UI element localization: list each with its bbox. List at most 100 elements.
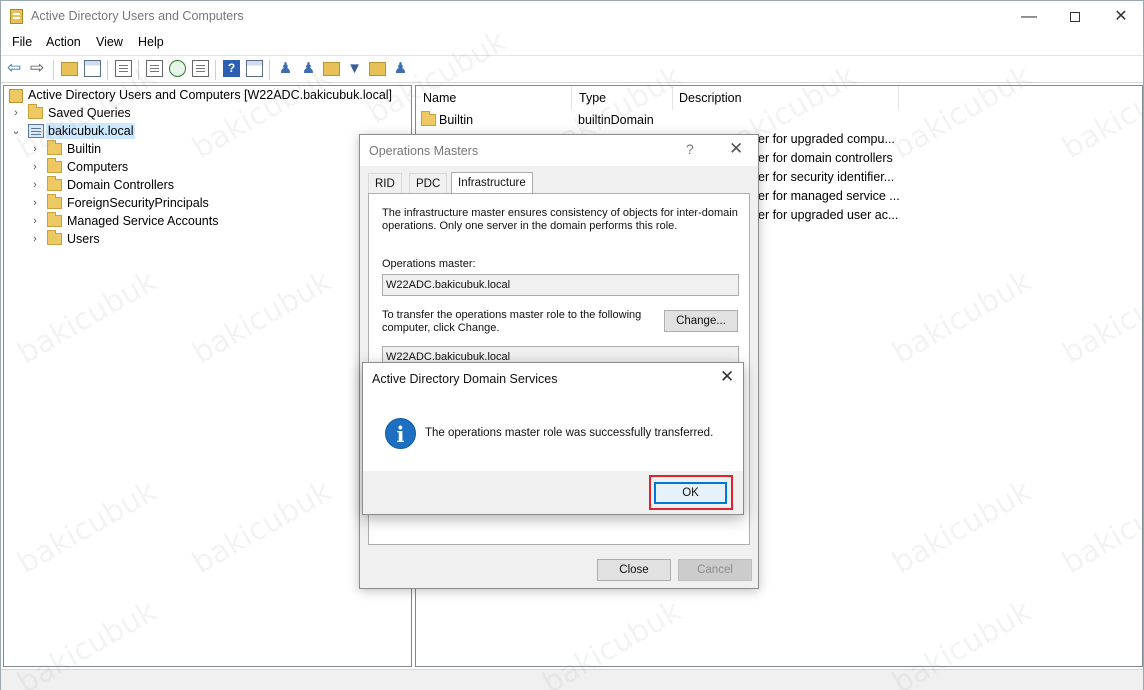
properties-icon[interactable] [146,60,163,77]
find-icon[interactable]: ♟ [392,60,409,77]
cancel-button[interactable]: Cancel [678,559,752,581]
toolbar-separator [269,60,270,80]
refresh-icon[interactable] [169,60,186,77]
dialog-title: Operations Masters [369,144,479,158]
title-bar: Active Directory Users and Computers — ✕ [1,1,1143,32]
window-title: Active Directory Users and Computers [31,9,244,23]
up-folder-icon[interactable] [61,62,78,76]
tree-item-managed-service-accounts[interactable]: › Managed Service Accounts [4,212,411,230]
tree-item-saved-queries[interactable]: › Saved Queries [4,104,411,122]
transfer-instructions: To transfer the operations master role t… [382,309,642,334]
tree-item-domain-controllers[interactable]: › Domain Controllers [4,176,411,194]
close-button[interactable]: Close [597,559,671,581]
operations-master-field[interactable]: W22ADC.bakicubuk.local [382,274,739,296]
maximize-button[interactable] [1052,1,1098,32]
ok-button[interactable]: OK [654,482,727,504]
column-header-name[interactable]: Name [416,86,571,110]
tree-item-label: Users [67,232,100,246]
chevron-right-icon[interactable]: › [29,176,41,194]
chevron-right-icon[interactable]: › [29,140,41,158]
export-list-icon[interactable] [192,60,209,77]
row-description: er for upgraded compu... [758,132,895,146]
status-bar [1,669,1143,690]
tree-item-foreign-security-principals[interactable]: › ForeignSecurityPrincipals [4,194,411,212]
dialog-help-button[interactable]: ? [686,141,694,157]
chevron-down-icon[interactable]: ⌄ [10,122,22,140]
tree-root-label: Active Directory Users and Computers [W2… [28,88,393,102]
details-view-icon[interactable] [246,60,263,77]
chevron-right-icon[interactable]: › [29,158,41,176]
console-tree: Active Directory Users and Computers [W2… [3,85,412,667]
operations-master-label: Operations master: [382,258,476,270]
close-window-button[interactable]: ✕ [1098,1,1144,32]
role-description: The infrastructure master ensures consis… [382,207,738,232]
column-header-type[interactable]: Type [572,86,672,110]
toolbar: ⇦ ⇨ ? ♟ ♟ ▼ ♟ [1,55,1143,83]
change-button[interactable]: Change... [664,310,738,332]
menu-file[interactable]: File [12,35,32,49]
row-name: Builtin [439,113,474,127]
chevron-right-icon[interactable]: › [29,194,41,212]
back-arrow-icon[interactable]: ⇦ [7,59,24,76]
ou-folder-icon [47,176,62,191]
help-icon[interactable]: ? [223,60,240,77]
tree-root[interactable]: Active Directory Users and Computers [W2… [4,86,411,104]
tree-item-label: ForeignSecurityPrincipals [67,196,209,210]
dialog-close-button[interactable]: ✕ [729,139,743,159]
row-description: er for security identifier... [758,170,895,184]
row-description: er for domain controllers [758,151,893,165]
tree-item-builtin[interactable]: › Builtin [4,140,411,158]
chevron-right-icon[interactable]: › [29,230,41,248]
filter-icon[interactable]: ▼ [346,60,363,77]
folder-icon [47,194,62,209]
new-ou-icon[interactable] [323,62,340,76]
toolbar-separator [107,60,108,80]
new-group-icon[interactable]: ♟ [300,60,317,77]
column-divider[interactable] [898,86,899,110]
row-description: er for upgraded user ac... [758,208,899,222]
chevron-right-icon[interactable]: › [10,104,22,122]
toolbar-separator [138,60,139,80]
toolbar-separator [53,60,54,80]
maximize-icon [1070,11,1080,22]
tree-item-label: bakicubuk.local [46,123,136,139]
message-box-close-button[interactable]: ✕ [720,367,734,387]
folder-icon [47,140,62,155]
folder-icon [28,104,43,119]
folder-icon [47,212,62,227]
tree-item-users[interactable]: › Users [4,230,411,248]
folder-icon [47,230,62,245]
chevron-right-icon[interactable]: › [29,212,41,230]
tab-infrastructure[interactable]: Infrastructure [451,172,533,194]
folder-icon [47,158,62,173]
information-icon: i [385,418,416,449]
minimize-button[interactable]: — [1006,1,1052,32]
tree-item-label: Saved Queries [48,106,131,120]
tree-item-label: Builtin [67,142,102,156]
menu-action[interactable]: Action [46,35,81,49]
column-header-description[interactable]: Description [672,86,898,110]
folder-icon [421,111,436,126]
tree-item-domain[interactable]: ⌄ bakicubuk.local [4,122,411,140]
tree-item-label: Computers [67,160,129,174]
forward-arrow-icon[interactable]: ⇨ [30,59,47,76]
row-type: builtinDomain [578,113,654,127]
message-box: Active Directory Domain Services ✕ i The… [362,362,744,515]
add-to-group-icon[interactable] [369,62,386,76]
menu-bar: File Action View Help [1,33,1143,53]
app-icon [10,9,23,24]
menu-help[interactable]: Help [138,35,164,49]
show-hide-tree-icon[interactable] [84,60,101,77]
domain-icon [28,124,44,138]
tab-pdc[interactable]: PDC [409,173,448,193]
message-box-title: Active Directory Domain Services [372,372,558,386]
tree-item-computers[interactable]: › Computers [4,158,411,176]
dialog-title-bar: Operations Masters ? ✕ [360,135,758,166]
menu-view[interactable]: View [96,35,123,49]
tree-item-label: Domain Controllers [67,178,174,192]
clipboard-icon[interactable] [115,60,132,77]
tab-rid[interactable]: RID [368,173,402,193]
new-user-icon[interactable]: ♟ [277,60,294,77]
toolbar-separator [215,60,216,80]
tree-item-label: Managed Service Accounts [67,214,219,228]
